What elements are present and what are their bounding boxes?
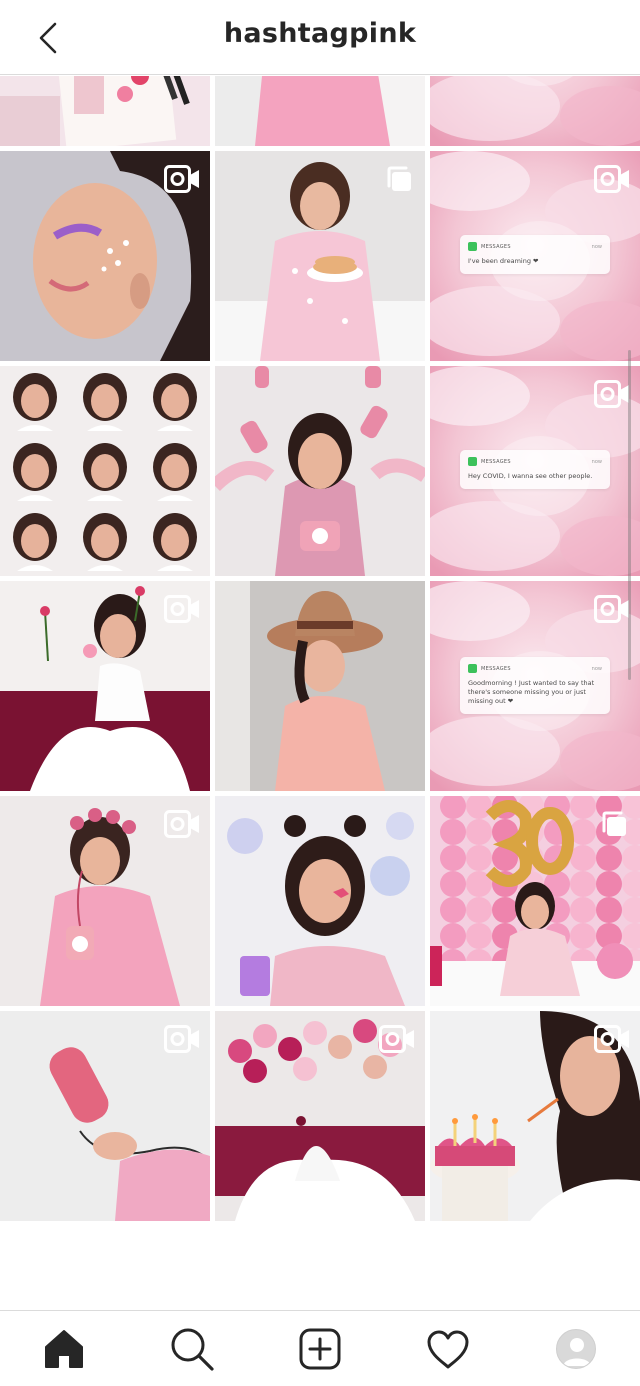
grid-post[interactable]	[215, 796, 425, 1006]
grid-post[interactable]	[430, 796, 640, 1006]
message-time: now	[591, 665, 602, 672]
add-post-icon	[299, 1328, 341, 1369]
carousel-icon	[385, 165, 413, 193]
posts-grid: MESSAGES now You go tell them nobody put…	[0, 76, 640, 1221]
message-time: now	[591, 458, 602, 465]
post-thumbnail	[215, 366, 425, 576]
video-icon	[164, 1025, 200, 1053]
message-notification-card: MESSAGES now I've been dreaming ❤	[460, 235, 610, 274]
messages-app-icon	[468, 664, 477, 673]
video-icon	[594, 165, 630, 193]
tab-activity[interactable]	[418, 1319, 478, 1379]
video-icon	[594, 380, 630, 408]
grid-post[interactable]	[215, 1011, 425, 1221]
profile-avatar-icon	[556, 1328, 596, 1369]
grid-post[interactable]: MESSAGES now Goodmorning ! Just wanted t…	[430, 581, 640, 791]
message-time: now	[591, 243, 602, 250]
grid-post[interactable]	[0, 151, 210, 361]
messages-app-icon	[468, 457, 477, 466]
carousel-icon	[600, 810, 628, 838]
search-icon	[171, 1328, 214, 1371]
message-app-name: MESSAGES	[481, 665, 511, 672]
tab-profile[interactable]	[546, 1319, 606, 1379]
grid-post[interactable]	[0, 581, 210, 791]
grid-post[interactable]: MESSAGES now You go tell them nobody put…	[430, 76, 640, 146]
bottom-tab-bar	[0, 1310, 640, 1386]
post-thumbnail	[215, 796, 425, 1006]
grid-post[interactable]	[215, 151, 425, 361]
grid-post[interactable]: MESSAGES now Hey COVID, I wanna see othe…	[430, 366, 640, 576]
post-thumbnail	[215, 581, 425, 791]
post-thumbnail	[0, 76, 210, 146]
home-icon	[45, 1329, 83, 1368]
post-thumbnail	[430, 76, 640, 146]
scrollbar[interactable]	[628, 350, 631, 680]
grid-post[interactable]	[215, 76, 425, 146]
grid-post[interactable]	[0, 1011, 210, 1221]
tab-home[interactable]	[34, 1319, 94, 1379]
messages-app-icon	[468, 242, 477, 251]
video-icon	[164, 165, 200, 193]
video-icon	[594, 1025, 630, 1053]
video-icon	[164, 595, 200, 623]
message-text: Goodmorning ! Just wanted to say that th…	[468, 679, 595, 705]
message-notification-card: MESSAGES now Goodmorning ! Just wanted t…	[460, 657, 610, 714]
grid-post[interactable]	[215, 366, 425, 576]
tab-new-post[interactable]	[290, 1319, 350, 1379]
tab-search[interactable]	[162, 1319, 222, 1379]
message-text: Hey COVID, I wanna see other people.	[468, 472, 593, 480]
message-app-name: MESSAGES	[481, 243, 511, 250]
grid-post[interactable]	[215, 581, 425, 791]
page-title: hashtagpink	[223, 18, 417, 49]
post-thumbnail	[215, 76, 425, 146]
grid-post[interactable]: MESSAGES now I've been dreaming ❤	[430, 151, 640, 361]
grid-post[interactable]	[0, 76, 210, 146]
video-icon	[379, 1025, 415, 1053]
message-text: I've been dreaming ❤	[468, 257, 539, 265]
grid-post[interactable]	[0, 366, 210, 576]
video-icon	[164, 810, 200, 838]
top-header: hashtagpink	[0, 0, 640, 75]
grid-post[interactable]	[430, 1011, 640, 1221]
message-notification-card: MESSAGES now Hey COVID, I wanna see othe…	[460, 450, 610, 489]
message-app-name: MESSAGES	[481, 458, 511, 465]
grid-post[interactable]	[0, 796, 210, 1006]
heart-icon	[427, 1330, 469, 1368]
video-icon	[594, 595, 630, 623]
posts-grid-viewport[interactable]: MESSAGES now You go tell them nobody put…	[0, 76, 640, 1310]
post-thumbnail	[0, 366, 210, 576]
